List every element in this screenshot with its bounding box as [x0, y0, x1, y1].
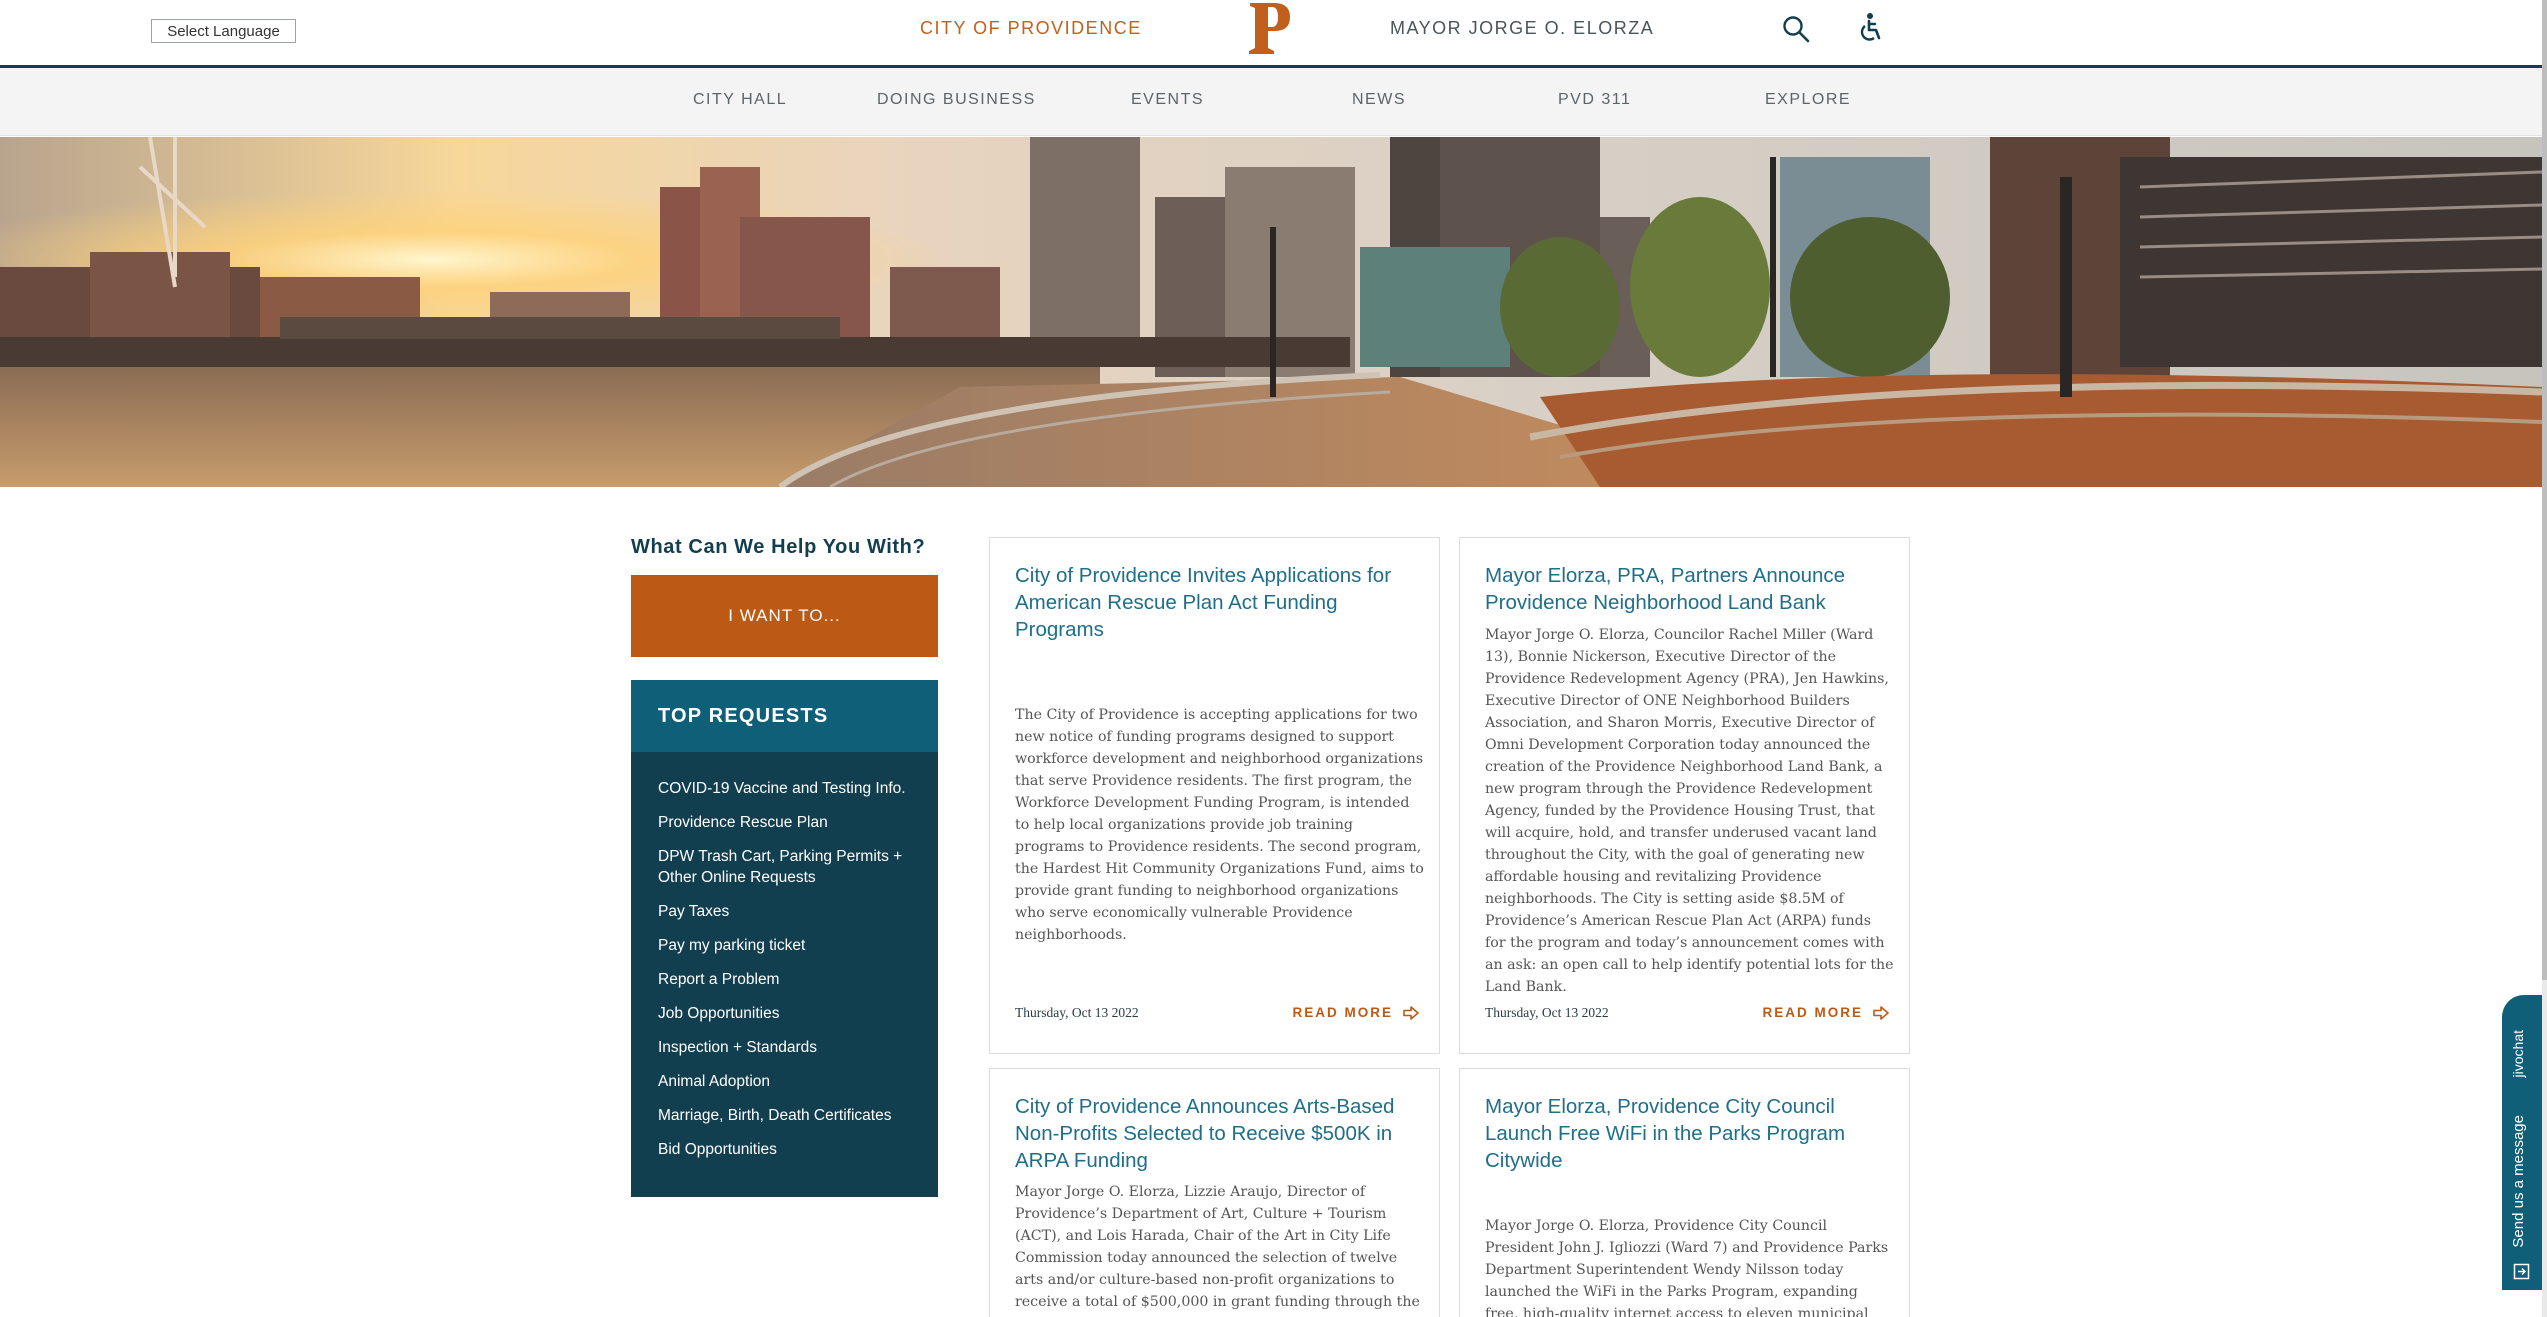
request-covid-link[interactable]: COVID-19 Vaccine and Testing Info.: [658, 778, 911, 799]
news-card: City of Providence Announces Arts-Based …: [989, 1068, 1440, 1317]
news-card: Mayor Elorza, Providence City Council La…: [1459, 1068, 1910, 1317]
request-bids-link[interactable]: Bid Opportunities: [658, 1139, 911, 1160]
request-dpw-link[interactable]: DPW Trash Cart, Parking Permits + Other …: [658, 846, 911, 888]
nav-news[interactable]: NEWS: [1352, 91, 1406, 109]
top-requests-list: COVID-19 Vaccine and Testing Info. Provi…: [631, 752, 938, 1160]
chat-brand-label: jivochat: [2510, 1030, 2526, 1078]
request-report-problem-link[interactable]: Report a Problem: [658, 969, 911, 990]
news-card-body: Mayor Jorge O. Elorza, Providence City C…: [1485, 1218, 1889, 1317]
news-card-title[interactable]: City of Providence Announces Arts-Based …: [1015, 1093, 1415, 1174]
nav-doing-business[interactable]: DOING BUSINESS: [877, 91, 1036, 109]
read-more-label: READ MORE: [1762, 1005, 1863, 1020]
top-requests-title: TOP REQUESTS: [631, 680, 938, 752]
request-pay-taxes-link[interactable]: Pay Taxes: [658, 901, 911, 922]
city-of-providence-link[interactable]: CITY OF PROVIDENCE: [920, 18, 1142, 39]
mayor-link[interactable]: MAYOR JORGE O. ELORZA: [1390, 18, 1654, 39]
hero-image: [0, 137, 2542, 487]
arrow-right-icon: [1403, 1005, 1419, 1020]
help-title: What Can We Help You With?: [631, 536, 926, 558]
request-parking-ticket-link[interactable]: Pay my parking ticket: [658, 935, 911, 956]
news-card-body: Mayor Jorge O. Elorza, Lizzie Araujo, Di…: [1015, 1184, 1420, 1317]
wheelchair-icon[interactable]: [1855, 12, 1885, 44]
news-card-body: Mayor Jorge O. Elorza, Councilor Rachel …: [1485, 627, 1894, 995]
scrollbar-thumb[interactable]: [2542, 0, 2547, 980]
news-card-body: The City of Providence is accepting appl…: [1015, 707, 1424, 943]
request-rescue-plan-link[interactable]: Providence Rescue Plan: [658, 812, 911, 833]
request-inspection-link[interactable]: Inspection + Standards: [658, 1037, 911, 1058]
news-card-date: Thursday, Oct 13 2022: [1485, 1005, 1609, 1020]
news-card-date: Thursday, Oct 13 2022: [1015, 1005, 1139, 1020]
i-want-to-button[interactable]: I WANT TO...: [631, 575, 938, 657]
news-card-title[interactable]: City of Providence Invites Applications …: [1015, 562, 1415, 643]
news-card: City of Providence Invites Applications …: [989, 537, 1440, 1054]
arrow-right-icon: [1873, 1005, 1889, 1020]
nav-city-hall[interactable]: CITY HALL: [693, 91, 787, 109]
page-scrollbar[interactable]: [2542, 0, 2547, 1317]
top-requests-panel: TOP REQUESTS COVID-19 Vaccine and Testin…: [631, 680, 938, 1197]
nav-explore[interactable]: EXPLORE: [1765, 91, 1851, 109]
providence-logo[interactable]: [1246, 0, 1294, 58]
read-more-link[interactable]: READ MORE: [1762, 1005, 1889, 1020]
nav-pvd-311[interactable]: PVD 311: [1558, 91, 1631, 109]
request-certificates-link[interactable]: Marriage, Birth, Death Certificates: [658, 1105, 911, 1126]
top-header: Select Language CITY OF PROVIDENCE MAYOR…: [0, 0, 2547, 68]
read-more-label: READ MORE: [1292, 1005, 1393, 1020]
main-nav: CITY HALL DOING BUSINESS EVENTS NEWS PVD…: [0, 68, 2547, 136]
read-more-link[interactable]: READ MORE: [1292, 1005, 1419, 1020]
search-icon[interactable]: [1781, 14, 1811, 44]
language-select[interactable]: Select Language: [151, 19, 296, 43]
news-card: Mayor Elorza, PRA, Partners Announce Pro…: [1459, 537, 1910, 1054]
news-card-title[interactable]: Mayor Elorza, Providence City Council La…: [1485, 1093, 1885, 1174]
nav-events[interactable]: EVENTS: [1131, 91, 1204, 109]
chat-bubble-icon: [2513, 1263, 2530, 1280]
chat-widget[interactable]: jivochat Send us a message: [2502, 995, 2542, 1290]
chat-message-label: Send us a message: [2510, 1115, 2527, 1248]
news-card-title[interactable]: Mayor Elorza, PRA, Partners Announce Pro…: [1485, 562, 1885, 616]
request-animal-adoption-link[interactable]: Animal Adoption: [658, 1071, 911, 1092]
request-jobs-link[interactable]: Job Opportunities: [658, 1003, 911, 1024]
